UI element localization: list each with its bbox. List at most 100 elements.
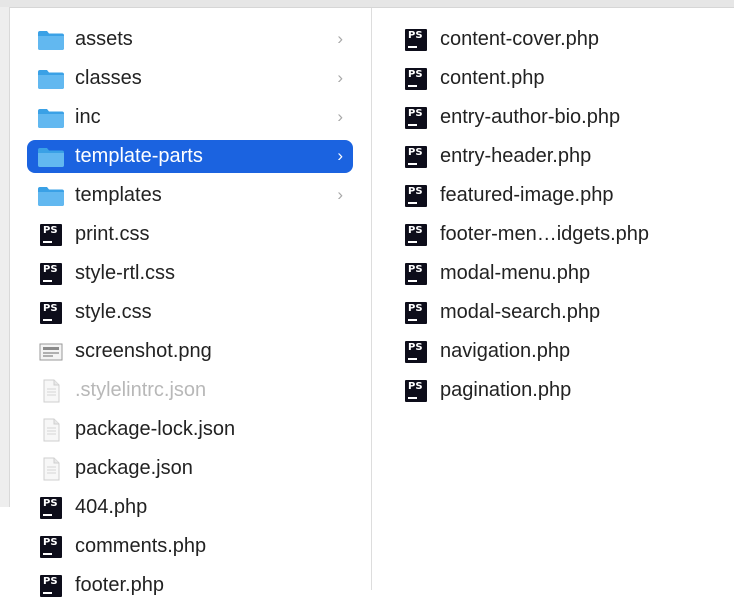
item-label: entry-author-bio.php	[440, 106, 621, 128]
phpstorm-file-icon: PS	[402, 28, 430, 52]
item-label: footer-men…idgets.php	[440, 223, 650, 245]
item-label: content.php	[440, 67, 545, 89]
folder-column-theme: assets › classes › inc › template-parts › templa…	[10, 8, 372, 597]
item-label: screenshot.png	[75, 340, 212, 362]
chevron-right-icon: ›	[337, 68, 343, 87]
phpstorm-badge-text: PS	[43, 575, 58, 587]
folder-item[interactable]: classes ›	[27, 62, 353, 95]
window-top-edge	[0, 0, 734, 8]
document-icon	[37, 379, 65, 403]
folder-item[interactable]: template-parts ›	[27, 140, 353, 173]
phpstorm-badge-text: PS	[43, 224, 58, 236]
phpstorm-badge-text: PS	[43, 497, 58, 509]
folder-icon	[37, 184, 65, 208]
folder-icon	[37, 28, 65, 52]
phpstorm-file-icon: PS	[402, 379, 430, 403]
phpstorm-file-icon: PS	[402, 262, 430, 286]
file-item[interactable]: PS print.css	[27, 218, 353, 251]
phpstorm-file-icon: PS	[37, 223, 65, 247]
item-label: template-parts	[75, 145, 203, 167]
phpstorm-badge-text: PS	[408, 224, 423, 236]
item-label: package-lock.json	[75, 418, 236, 440]
chevron-right-icon: ›	[337, 107, 343, 126]
item-label: style-rtl.css	[75, 262, 175, 284]
file-item[interactable]: PS featured-image.php	[388, 179, 728, 212]
file-item[interactable]: PS entry-author-bio.php	[388, 101, 728, 134]
phpstorm-badge-text: PS	[43, 263, 58, 275]
file-item[interactable]: .stylelintrc.json	[27, 374, 353, 407]
item-label: entry-header.php	[440, 145, 592, 167]
phpstorm-file-icon: PS	[37, 496, 65, 520]
phpstorm-file-icon: PS	[402, 301, 430, 325]
item-label: .stylelintrc.json	[75, 379, 207, 401]
phpstorm-badge-text: PS	[408, 341, 423, 353]
phpstorm-file-icon: PS	[402, 223, 430, 247]
folder-column-template-parts: PS content-cover.php PS content.php PS entry-…	[373, 8, 734, 590]
folder-icon	[37, 67, 65, 91]
file-item[interactable]: PS content.php	[388, 62, 728, 95]
phpstorm-file-icon: PS	[37, 574, 65, 598]
folder-item[interactable]: templates ›	[27, 179, 353, 212]
item-label: templates	[75, 184, 162, 206]
chevron-right-icon: ›	[337, 29, 343, 48]
phpstorm-file-icon: PS	[37, 301, 65, 325]
file-item[interactable]: PS navigation.php	[388, 335, 728, 368]
item-label: comments.php	[75, 535, 207, 557]
item-label: package.json	[75, 457, 193, 479]
file-item[interactable]: PS pagination.php	[388, 374, 728, 407]
phpstorm-file-icon: PS	[402, 106, 430, 130]
item-label: navigation.php	[440, 340, 571, 362]
document-icon	[37, 418, 65, 442]
chevron-right-icon: ›	[337, 185, 343, 204]
folder-icon	[37, 106, 65, 130]
file-item[interactable]: PS content-cover.php	[388, 23, 728, 56]
chevron-right-icon: ›	[337, 146, 343, 165]
phpstorm-badge-text: PS	[408, 263, 423, 275]
phpstorm-badge-text: PS	[408, 146, 423, 158]
phpstorm-badge-text: PS	[408, 185, 423, 197]
phpstorm-file-icon: PS	[402, 184, 430, 208]
image-file-icon	[37, 340, 65, 364]
sidebar-edge	[0, 7, 10, 507]
item-label: pagination.php	[440, 379, 572, 401]
file-item[interactable]: PS modal-search.php	[388, 296, 728, 329]
folder-item[interactable]: inc ›	[27, 101, 353, 134]
item-label: assets	[75, 28, 133, 50]
phpstorm-badge-text: PS	[43, 302, 58, 314]
item-label: 404.php	[75, 496, 148, 518]
item-label: modal-menu.php	[440, 262, 591, 284]
file-item[interactable]: PS footer.php	[27, 569, 353, 602]
phpstorm-file-icon: PS	[402, 145, 430, 169]
file-item[interactable]: package.json	[27, 452, 353, 485]
phpstorm-file-icon: PS	[402, 67, 430, 91]
file-item[interactable]: PS modal-menu.php	[388, 257, 728, 290]
folder-item[interactable]: assets ›	[27, 23, 353, 56]
phpstorm-badge-text: PS	[408, 302, 423, 314]
folder-icon	[37, 145, 65, 169]
item-label: style.css	[75, 301, 152, 323]
item-label: modal-search.php	[440, 301, 601, 323]
phpstorm-file-icon: PS	[402, 340, 430, 364]
phpstorm-badge-text: PS	[408, 380, 423, 392]
item-label: print.css	[75, 223, 150, 245]
file-item[interactable]: PS 404.php	[27, 491, 353, 524]
file-item[interactable]: PS style.css	[27, 296, 353, 329]
phpstorm-badge-text: PS	[43, 536, 58, 548]
item-label: featured-image.php	[440, 184, 614, 206]
phpstorm-badge-text: PS	[408, 68, 423, 80]
phpstorm-file-icon: PS	[37, 262, 65, 286]
item-label: classes	[75, 67, 142, 89]
file-item[interactable]: screenshot.png	[27, 335, 353, 368]
file-item[interactable]: PS style-rtl.css	[27, 257, 353, 290]
item-label: footer.php	[75, 574, 164, 596]
phpstorm-badge-text: PS	[408, 107, 423, 119]
phpstorm-badge-text: PS	[408, 29, 423, 41]
document-icon	[37, 457, 65, 481]
file-item[interactable]: PS comments.php	[27, 530, 353, 563]
item-label: inc	[75, 106, 101, 128]
file-item[interactable]: PS entry-header.php	[388, 140, 728, 173]
phpstorm-file-icon: PS	[37, 535, 65, 559]
item-label: content-cover.php	[440, 28, 599, 50]
file-item[interactable]: package-lock.json	[27, 413, 353, 446]
file-item[interactable]: PS footer-men…idgets.php	[388, 218, 728, 251]
